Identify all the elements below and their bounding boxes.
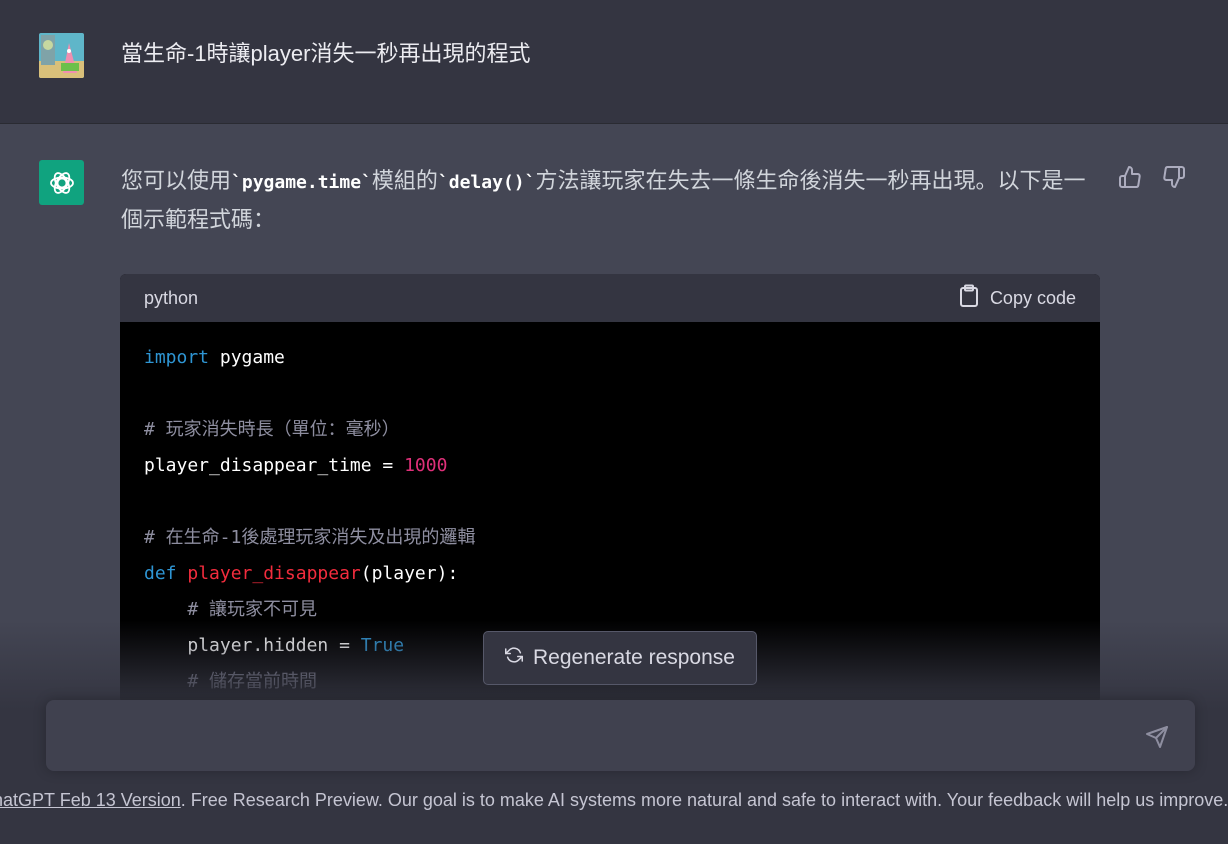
code-language-label: python [144,287,199,308]
thumbs-up-icon[interactable] [1118,165,1142,189]
regenerate-label: Regenerate response [533,646,735,669]
refresh-icon [505,646,523,670]
code-line: player_disappear_time = 1000 [144,448,1076,484]
code-line: # 在生命-1後處理玩家消失及出現的邏輯 [144,520,1076,556]
code-token: # 讓玩家不可見 [187,599,318,620]
code-line: def player_disappear(player): [144,556,1076,592]
inline-code: `delay()` [437,172,536,193]
assistant-message-text: 您可以使用`pygame.time`模組的`delay()`方法讓玩家在失去一條… [121,162,1101,238]
code-token: # 在生命-1後處理玩家消失及出現的邏輯 [144,527,476,548]
assistant-text-part: 模組的 [371,168,438,193]
user-message-text: 當生命-1時讓player消失一秒再出現的程式 [121,41,531,66]
footer: ChatGPT Feb 13 Version. Free Research Pr… [0,790,1228,814]
code-token: player_disappear [187,563,361,584]
code-token: pygame [209,347,285,368]
copy-code-button[interactable]: Copy code [958,284,1076,313]
feedback-buttons [1118,165,1186,189]
code-token: 1000 [404,455,448,476]
code-token: (player): [360,563,459,584]
version-link[interactable]: ChatGPT Feb 13 Version [0,790,181,810]
assistant-text-part: 您可以使用 [121,168,232,193]
code-token: import [144,347,210,368]
code-line: # 玩家消失時長（單位：毫秒） [144,412,1076,448]
user-avatar [39,33,84,78]
chat-input[interactable] [62,718,1126,758]
code-header: python Copy code [120,274,1100,322]
clipboard-icon [958,284,980,313]
inline-code: `pygame.time` [231,172,372,193]
user-message-row: 當生命-1時讓player消失一秒再出現的程式 [0,0,1228,124]
code-token: # 玩家消失時長（單位：毫秒） [144,419,400,440]
thumbs-down-icon[interactable] [1162,165,1186,189]
regenerate-response-button[interactable]: Regenerate response [483,631,757,685]
openai-logo-icon [39,160,84,205]
copy-code-label: Copy code [989,287,1076,308]
code-line: import pygame [144,340,1076,376]
send-icon[interactable] [1145,725,1169,749]
chat-input-box [46,700,1195,771]
code-token: def [144,563,188,584]
footer-text: . Free Research Preview. Our goal is to … [180,790,1228,810]
code-token: player_disappear_time = [144,455,405,476]
